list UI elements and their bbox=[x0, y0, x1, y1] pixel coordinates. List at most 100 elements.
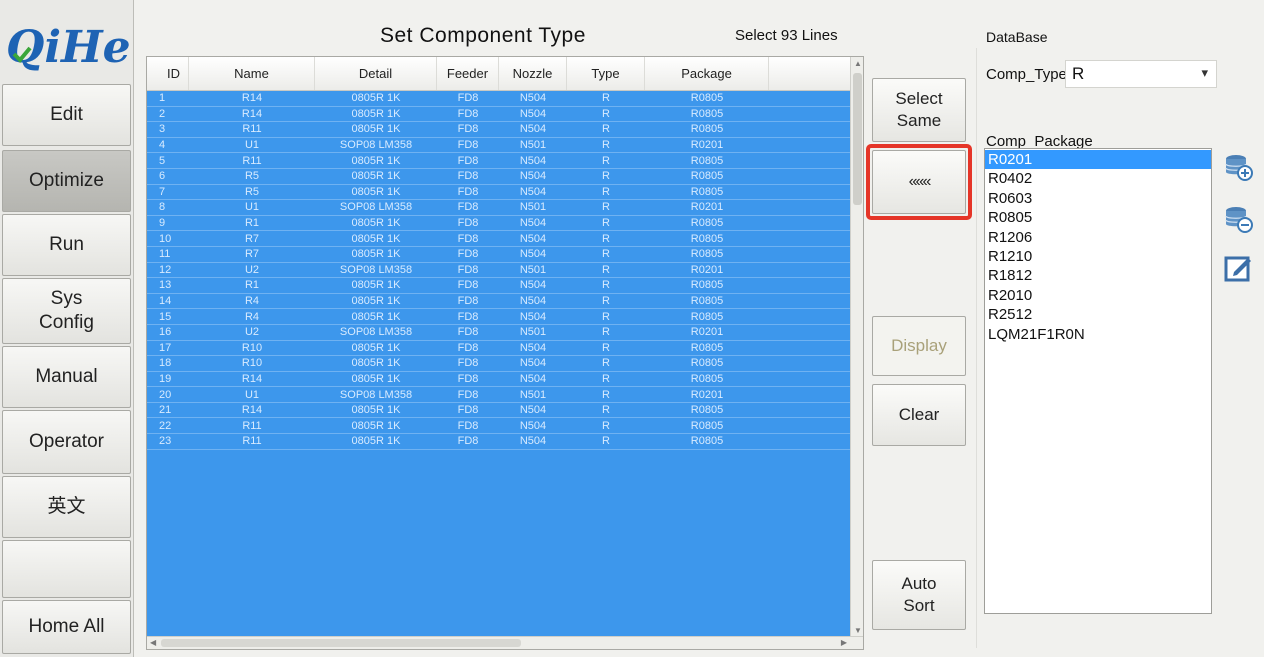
table-row[interactable]: 18 R10 0805R 1K FD8 N504 R R0805 bbox=[147, 356, 851, 372]
cell-id: 20 bbox=[159, 388, 172, 401]
sidebar-operator-button[interactable]: Operator bbox=[2, 410, 131, 474]
table-row[interactable]: 20 U1 SOP08 LM358 FD8 N501 R R0201 bbox=[147, 387, 851, 403]
cell-name: R11 bbox=[242, 123, 262, 136]
column-header-package[interactable]: Package bbox=[645, 57, 769, 90]
cell-name: R10 bbox=[241, 341, 263, 354]
comp-type-select[interactable]: R ▾ bbox=[1065, 60, 1217, 88]
table-row[interactable]: 21 R14 0805R 1K FD8 N504 R R0805 bbox=[147, 403, 851, 419]
vertical-scroll-thumb[interactable] bbox=[853, 73, 862, 205]
table-row[interactable]: 1 R14 0805R 1K FD8 N504 R R0805 bbox=[147, 91, 851, 107]
table-row[interactable]: 11 R7 0805R 1K FD8 N504 R R0805 bbox=[147, 247, 851, 263]
cell-detail: 0805R 1K bbox=[351, 435, 401, 448]
column-header-nozzle[interactable]: Nozzle bbox=[499, 57, 567, 90]
qihe-logo: QiHe bbox=[6, 22, 131, 73]
sidebar-edit-button[interactable]: Edit bbox=[2, 84, 131, 146]
package-list-item[interactable]: R1812 bbox=[985, 266, 1211, 285]
scroll-down-icon[interactable]: ▼ bbox=[854, 626, 862, 635]
table-row[interactable]: 3 R11 0805R 1K FD8 N504 R R0805 bbox=[147, 122, 851, 138]
package-list-item[interactable]: R2010 bbox=[985, 286, 1211, 305]
cell-nozzle: N504 bbox=[519, 279, 547, 292]
table-row[interactable]: 9 R1 0805R 1K FD8 N504 R R0805 bbox=[147, 216, 851, 232]
sidebar-run-button[interactable]: Run bbox=[2, 214, 131, 276]
move-to-table-button[interactable]: ««« bbox=[872, 150, 966, 214]
cell-name: R10 bbox=[241, 357, 263, 370]
column-header-detail[interactable]: Detail bbox=[315, 57, 437, 90]
display-button[interactable]: Display bbox=[872, 316, 966, 376]
package-list-item[interactable]: R0603 bbox=[985, 189, 1211, 208]
package-list-item[interactable]: LQM21F1R0N bbox=[985, 325, 1211, 344]
sidebar-optimize-button[interactable]: Optimize bbox=[2, 150, 131, 212]
cell-feeder: FD8 bbox=[457, 404, 479, 417]
clear-button[interactable]: Clear bbox=[872, 384, 966, 446]
select-same-button[interactable]: Select Same bbox=[872, 78, 966, 142]
package-list-item[interactable]: R0201 bbox=[985, 150, 1211, 170]
package-list-item[interactable]: R0805 bbox=[985, 208, 1211, 227]
table-row[interactable]: 14 R4 0805R 1K FD8 N504 R R0805 bbox=[147, 294, 851, 310]
table-row[interactable]: 19 R14 0805R 1K FD8 N504 R R0805 bbox=[147, 372, 851, 388]
scroll-left-icon[interactable]: ◀ bbox=[150, 638, 156, 647]
column-header-feeder[interactable]: Feeder bbox=[437, 57, 499, 90]
package-list-item[interactable]: R1210 bbox=[985, 247, 1211, 266]
cell-id: 17 bbox=[159, 341, 172, 354]
table-row[interactable]: 10 R7 0805R 1K FD8 N504 R R0805 bbox=[147, 231, 851, 247]
vertical-scrollbar[interactable]: ▲ ▼ bbox=[850, 57, 863, 637]
auto-sort-button[interactable]: Auto Sort bbox=[872, 560, 966, 630]
cell-nozzle: N504 bbox=[519, 404, 547, 417]
table-row[interactable]: 6 R5 0805R 1K FD8 N504 R R0805 bbox=[147, 169, 851, 185]
cell-package: R0805 bbox=[690, 154, 724, 167]
cell-nozzle: N504 bbox=[519, 92, 547, 105]
table-row[interactable]: 8 U1 SOP08 LM358 FD8 N501 R R0201 bbox=[147, 200, 851, 216]
cell-feeder: FD8 bbox=[457, 107, 479, 120]
sidebar-sys-config-button[interactable]: Sys Config bbox=[2, 278, 131, 344]
table-row[interactable]: 5 R11 0805R 1K FD8 N504 R R0805 bbox=[147, 153, 851, 169]
add-database-icon[interactable] bbox=[1222, 150, 1254, 182]
remove-database-icon[interactable] bbox=[1222, 202, 1254, 234]
sidebar-empty-button[interactable] bbox=[2, 540, 131, 598]
cell-name: R4 bbox=[244, 295, 260, 308]
horizontal-scrollbar[interactable]: ◀ ▶ bbox=[147, 636, 863, 649]
table-row[interactable]: 22 R11 0805R 1K FD8 N504 R R0805 bbox=[147, 418, 851, 435]
cell-type: R bbox=[602, 123, 610, 136]
table-body[interactable]: 1 R14 0805R 1K FD8 N504 R R0805 2 R14 0805R 1K FD8… bbox=[147, 91, 851, 637]
column-header-type[interactable]: Type bbox=[567, 57, 645, 90]
cell-detail: SOP08 LM358 bbox=[339, 263, 413, 276]
table-row[interactable]: 4 U1 SOP08 LM358 FD8 N501 R R0201 bbox=[147, 138, 851, 154]
cell-package: R0805 bbox=[690, 419, 724, 432]
column-header-name[interactable]: Name bbox=[189, 57, 315, 90]
cell-detail: 0805R 1K bbox=[351, 341, 401, 354]
table-row[interactable]: 12 U2 SOP08 LM358 FD8 N501 R R0201 bbox=[147, 263, 851, 279]
cell-name: R11 bbox=[242, 419, 262, 432]
sidebar-manual-button[interactable]: Manual bbox=[2, 346, 131, 408]
cell-id: 23 bbox=[159, 435, 172, 448]
package-list-item[interactable]: R0402 bbox=[985, 169, 1211, 188]
cell-type: R bbox=[602, 263, 610, 276]
table-row[interactable]: 17 R10 0805R 1K FD8 N504 R R0805 bbox=[147, 341, 851, 357]
cell-nozzle: N504 bbox=[519, 154, 547, 167]
package-list-item[interactable]: R2512 bbox=[985, 305, 1211, 324]
cell-id: 14 bbox=[159, 295, 172, 308]
table-row[interactable]: 2 R14 0805R 1K FD8 N504 R R0805 bbox=[147, 107, 851, 123]
cell-type: R bbox=[602, 435, 610, 448]
cell-id: 1 bbox=[159, 92, 166, 105]
cell-type: R bbox=[602, 170, 610, 183]
scroll-up-icon[interactable]: ▲ bbox=[854, 59, 862, 68]
package-list-item[interactable]: R1206 bbox=[985, 228, 1211, 247]
cell-id: 18 bbox=[159, 357, 172, 370]
sidebar-home-all-button[interactable]: Home All bbox=[2, 600, 131, 654]
dropdown-arrow-icon[interactable]: ▾ bbox=[1201, 65, 1208, 81]
table-row[interactable]: 13 R1 0805R 1K FD8 N504 R R0805 bbox=[147, 278, 851, 294]
sidebar-language-button[interactable]: 英文 bbox=[2, 476, 131, 538]
cell-detail: 0805R 1K bbox=[351, 170, 401, 183]
scroll-right-icon[interactable]: ▶ bbox=[841, 638, 847, 647]
table-row[interactable]: 23 R11 0805R 1K FD8 N504 R R0805 bbox=[147, 434, 851, 450]
edit-icon[interactable] bbox=[1222, 252, 1254, 284]
horizontal-scroll-thumb[interactable] bbox=[161, 639, 521, 647]
cell-detail: SOP08 LM358 bbox=[339, 326, 413, 339]
package-list[interactable]: R0201 R0402 R0603 R0805 R1206 R1210 R1812 R2010… bbox=[984, 148, 1212, 614]
table-row[interactable]: 7 R5 0805R 1K FD8 N504 R R0805 bbox=[147, 185, 851, 201]
table-row[interactable]: 16 U2 SOP08 LM358 FD8 N501 R R0201 bbox=[147, 325, 851, 341]
cell-detail: 0805R 1K bbox=[351, 154, 401, 167]
column-header-id[interactable]: ID bbox=[147, 57, 189, 90]
cell-detail: 0805R 1K bbox=[351, 419, 401, 432]
table-row[interactable]: 15 R4 0805R 1K FD8 N504 R R0805 bbox=[147, 309, 851, 325]
